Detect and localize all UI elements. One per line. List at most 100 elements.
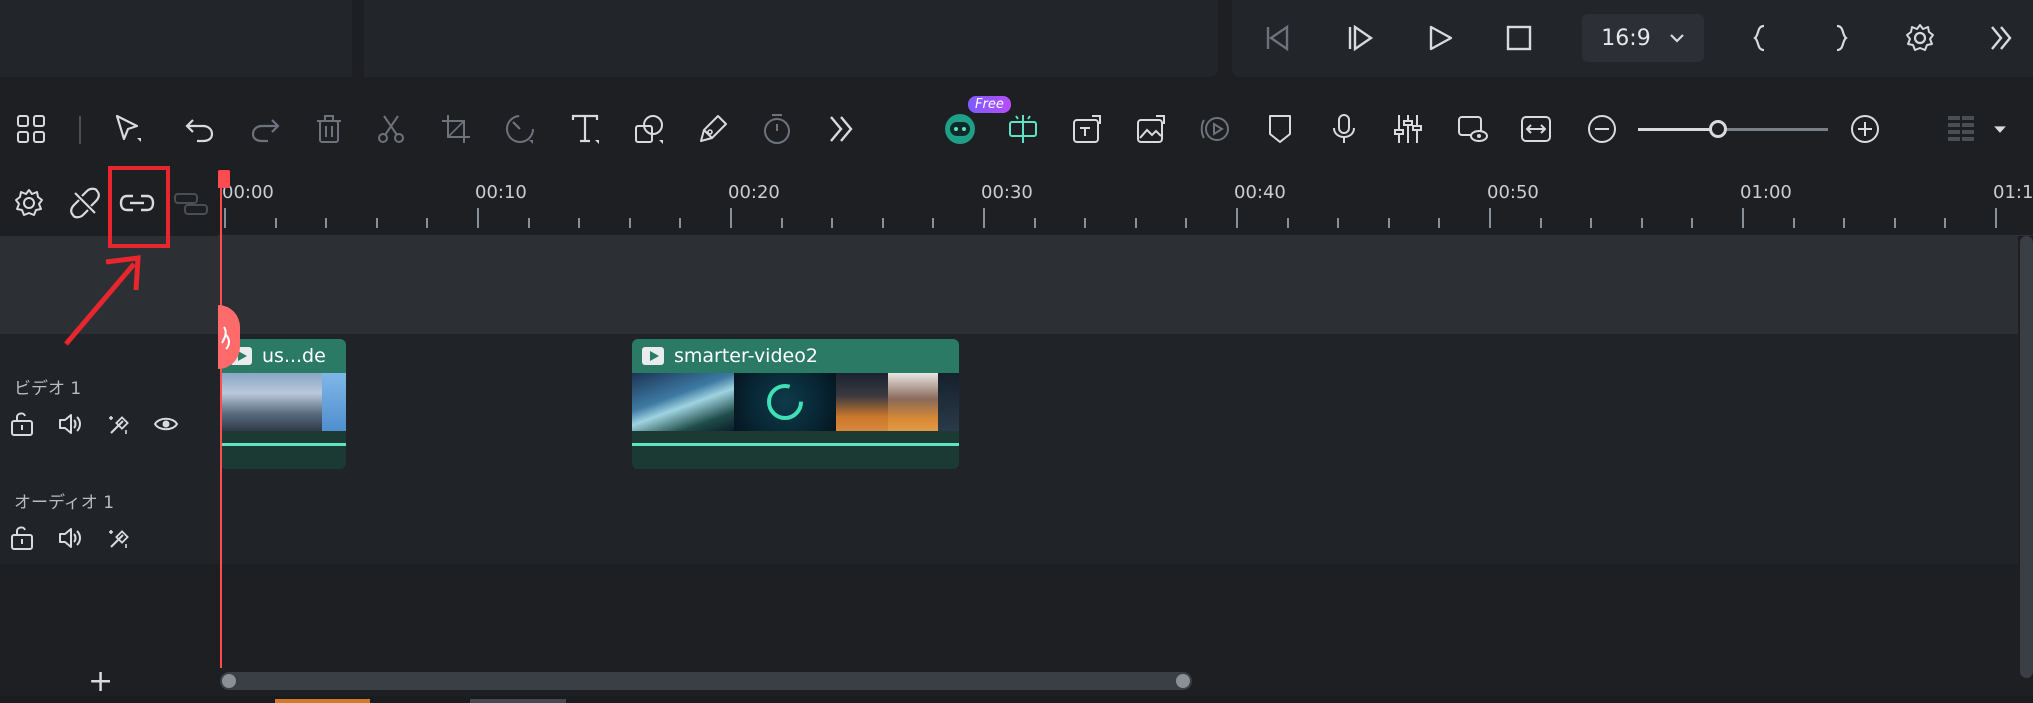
- aspect-ratio-select[interactable]: 16:9: [1582, 14, 1704, 62]
- brace-right-icon: [1836, 24, 1848, 52]
- ruler-minor-tick: [1691, 218, 1694, 228]
- layout-button[interactable]: [6, 104, 56, 154]
- audio-track-1[interactable]: [218, 472, 2018, 564]
- video-clip[interactable]: smarter-video2: [632, 339, 959, 469]
- image-edit-icon: [1137, 115, 1165, 143]
- fit-timeline-button[interactable]: [1511, 104, 1561, 154]
- grid-icon: [1948, 116, 1974, 141]
- ruler-major-tick: [224, 208, 226, 228]
- zoom-in-button[interactable]: [1840, 104, 1890, 154]
- audio-mixer-button[interactable]: [1383, 104, 1433, 154]
- play-button[interactable]: [1416, 14, 1464, 62]
- add-track-button[interactable]: +: [88, 664, 113, 699]
- preview-render-button[interactable]: [1447, 104, 1497, 154]
- crop-button[interactable]: [431, 104, 481, 154]
- timer-button[interactable]: [752, 104, 802, 154]
- player-more-button[interactable]: [1977, 14, 2025, 62]
- clip-thumbnail: [632, 373, 734, 431]
- video-track-1[interactable]: [218, 334, 2018, 472]
- speed-icon: [506, 115, 534, 144]
- export-frame-button[interactable]: [1062, 104, 1112, 154]
- crop-icon: [442, 115, 470, 143]
- vertical-scrollbar[interactable]: [2020, 236, 2033, 678]
- magic-wand-icon: [109, 416, 129, 434]
- group-clips-button[interactable]: [170, 182, 212, 224]
- redo-button[interactable]: [240, 104, 290, 154]
- video-mute-button[interactable]: [52, 406, 88, 442]
- playhead-handle[interactable]: [218, 170, 230, 188]
- ruler-minor-tick: [1134, 218, 1137, 228]
- video-ai-button[interactable]: [100, 406, 136, 442]
- scrollbar-right-handle[interactable]: [1176, 674, 1190, 688]
- playhead[interactable]: [220, 170, 222, 668]
- scrollbar-left-handle[interactable]: [222, 674, 236, 688]
- ruler-minor-tick: [628, 218, 631, 228]
- motion-button[interactable]: [1190, 104, 1240, 154]
- track-height-dropdown[interactable]: [1985, 104, 2015, 154]
- select-tool-button[interactable]: [103, 104, 153, 154]
- red-arrow-annotation: [64, 255, 141, 346]
- audio-mute-button[interactable]: [52, 520, 88, 556]
- text-button[interactable]: [560, 104, 610, 154]
- zoom-out-button[interactable]: [1577, 104, 1627, 154]
- clip-thumbnail: [322, 373, 346, 431]
- ruler-minor-tick: [881, 218, 884, 228]
- toolbar-more-button[interactable]: [816, 104, 866, 154]
- video-lock-button[interactable]: [4, 406, 40, 442]
- ruler-major-tick: [1236, 208, 1238, 228]
- toolbar-divider: [79, 116, 81, 144]
- audio-track-label: オーディオ 1: [14, 493, 115, 513]
- player-settings-button[interactable]: [1896, 14, 1944, 62]
- ruler-minor-tick: [426, 218, 429, 228]
- empty-track-area[interactable]: [218, 236, 2018, 334]
- ruler-label: 01:1: [1993, 182, 2033, 203]
- split-screen-button[interactable]: [998, 104, 1048, 154]
- media-panel: [0, 0, 1218, 77]
- clip-audio-line: [220, 443, 346, 446]
- strip-segment: [470, 699, 566, 703]
- ruler-major-tick: [1742, 208, 1744, 228]
- audio-lock-button[interactable]: [4, 520, 40, 556]
- zoom-slider-handle[interactable]: [1708, 120, 1727, 138]
- fit-icon: [1521, 116, 1551, 142]
- track-height-button[interactable]: [1936, 104, 1986, 154]
- speed-button[interactable]: [495, 104, 545, 154]
- ruler-minor-tick: [1286, 218, 1289, 228]
- stop-button[interactable]: [1495, 14, 1543, 62]
- image-edit-button[interactable]: [1126, 104, 1176, 154]
- panel-divider[interactable]: [352, 0, 364, 77]
- video-track-label: ビデオ 1: [14, 379, 82, 399]
- clip-thumbnail: [220, 373, 322, 431]
- audio-ai-button[interactable]: [100, 520, 136, 556]
- scissors-icon: [221, 326, 230, 350]
- next-frame-button[interactable]: [1336, 14, 1384, 62]
- mark-in-button[interactable]: [1736, 14, 1784, 62]
- pen-button[interactable]: [688, 104, 738, 154]
- double-chevron-right-icon: [1991, 26, 2012, 50]
- cut-icon: [378, 115, 404, 143]
- voiceover-button[interactable]: [1319, 104, 1369, 154]
- export-icon: [1073, 115, 1101, 143]
- mixer-icon: [1394, 115, 1422, 143]
- delete-button[interactable]: [304, 104, 354, 154]
- auto-ripple-button[interactable]: [64, 182, 106, 224]
- shape-button[interactable]: [624, 104, 674, 154]
- marker-button[interactable]: [1255, 104, 1305, 154]
- timeline-settings-button[interactable]: [8, 182, 50, 224]
- ruler-label: 00:50: [1487, 182, 1539, 203]
- prev-frame-icon: [1266, 24, 1289, 52]
- cut-button[interactable]: [366, 104, 416, 154]
- ruler-minor-tick: [274, 218, 277, 228]
- zoom-slider[interactable]: [1638, 120, 1828, 138]
- mic-icon: [1333, 114, 1355, 143]
- prev-frame-button[interactable]: [1254, 14, 1302, 62]
- ruler-minor-tick: [1185, 218, 1188, 228]
- video-visibility-button[interactable]: [148, 406, 184, 442]
- timeline-ruler[interactable]: 00:00 00:10 00:20 00:30 00:40 00:50 01:00 01:1: [218, 170, 2033, 236]
- horizontal-scrollbar[interactable]: [220, 672, 1192, 690]
- split-handle[interactable]: [218, 305, 240, 369]
- eye-icon: [153, 417, 179, 431]
- undo-button[interactable]: [175, 104, 225, 154]
- ruler-minor-tick: [325, 218, 328, 228]
- mark-out-button[interactable]: [1817, 14, 1865, 62]
